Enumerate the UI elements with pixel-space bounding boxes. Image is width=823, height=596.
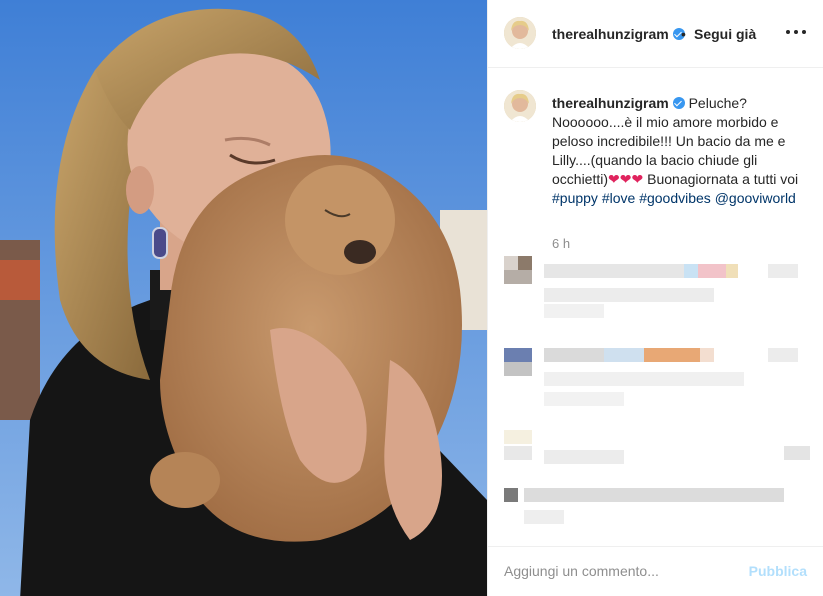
caption-avatar[interactable] (504, 90, 536, 122)
more-dot (794, 30, 798, 34)
comment-footer: Pubblica (488, 546, 823, 596)
hashtag-link[interactable]: #puppy (552, 190, 598, 206)
post-photo[interactable] (0, 0, 487, 596)
caption-username[interactable]: therealhunzigram (552, 95, 669, 111)
post-image (0, 0, 487, 596)
mention-link[interactable]: @gooviworld (715, 190, 796, 206)
avatar-image (504, 90, 536, 122)
username-text: therealhunzigram (552, 26, 669, 42)
more-options-icon[interactable] (784, 20, 808, 44)
post-timestamp[interactable]: 6 h (552, 236, 570, 251)
more-dot (802, 30, 806, 34)
username-link[interactable]: therealhunzigram (552, 26, 685, 42)
post-header: therealhunzigram • Segui già (488, 0, 823, 68)
verified-badge-icon (672, 97, 685, 109)
hearts-emoji: ❤❤❤ (608, 171, 644, 187)
comment-input[interactable] (504, 563, 744, 579)
caption-text: therealhunzigram Peluche? Noooooo....è i… (552, 94, 814, 208)
caption-body-2: Buonagiornata a tutti voi (643, 171, 799, 187)
avatar[interactable] (504, 17, 536, 49)
hashtag-link[interactable]: #goodvibes (639, 190, 711, 206)
avatar-image (504, 17, 536, 49)
separator-dot: • (681, 26, 686, 42)
publish-button[interactable]: Pubblica (749, 563, 807, 579)
more-dot (786, 30, 790, 34)
hashtag-link[interactable]: #love (602, 190, 635, 206)
post-details-panel: therealhunzigram • Segui già therealhunz… (487, 0, 823, 596)
following-button[interactable]: Segui già (694, 26, 756, 42)
